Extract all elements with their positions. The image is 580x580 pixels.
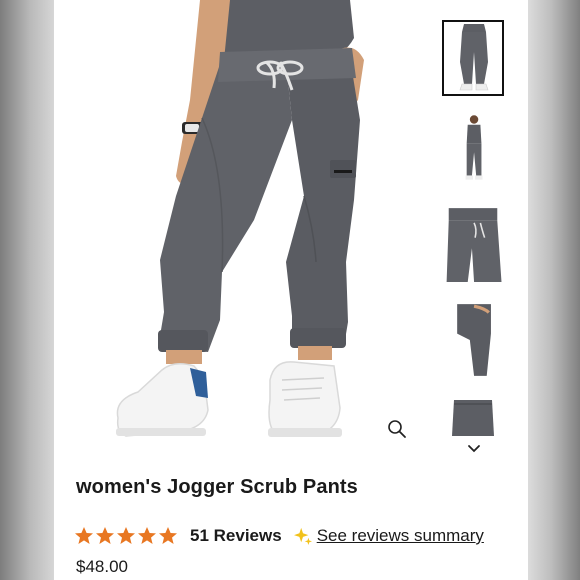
chevron-down-icon — [468, 445, 480, 453]
star-icon — [117, 527, 135, 544]
thumb-front-pants[interactable] — [442, 20, 504, 96]
thumbnail-next-button[interactable] — [464, 440, 484, 458]
star-icon — [138, 527, 156, 544]
thumb-side-view[interactable] — [442, 302, 504, 378]
rating-row: 51 Reviews See reviews summary — [74, 523, 484, 549]
thumb-full-outfit[interactable] — [442, 110, 504, 186]
star-icon — [75, 527, 93, 544]
star-icon — [159, 527, 177, 544]
magnifier-icon — [388, 420, 406, 438]
product-title: women's Jogger Scrub Pants — [76, 476, 358, 498]
zoom-button[interactable] — [384, 416, 410, 442]
main-product-image[interactable] — [54, 0, 428, 452]
thumbnail-strip — [440, 18, 506, 458]
sparkle-icon — [293, 527, 312, 545]
background-blur-left — [0, 0, 54, 580]
star-icon — [96, 527, 114, 544]
product-price: $48.00 — [76, 557, 128, 576]
reviews-count-link[interactable]: 51 Reviews — [190, 526, 282, 546]
background-blur-right — [528, 0, 580, 580]
product-page: women's Jogger Scrub Pants 51 Reviews Se… — [54, 0, 528, 580]
star-rating[interactable] — [74, 526, 178, 546]
thumb-waistband-detail[interactable] — [442, 206, 504, 282]
thumb-back-view[interactable] — [442, 398, 504, 438]
reviews-summary-link[interactable]: See reviews summary — [317, 526, 484, 546]
